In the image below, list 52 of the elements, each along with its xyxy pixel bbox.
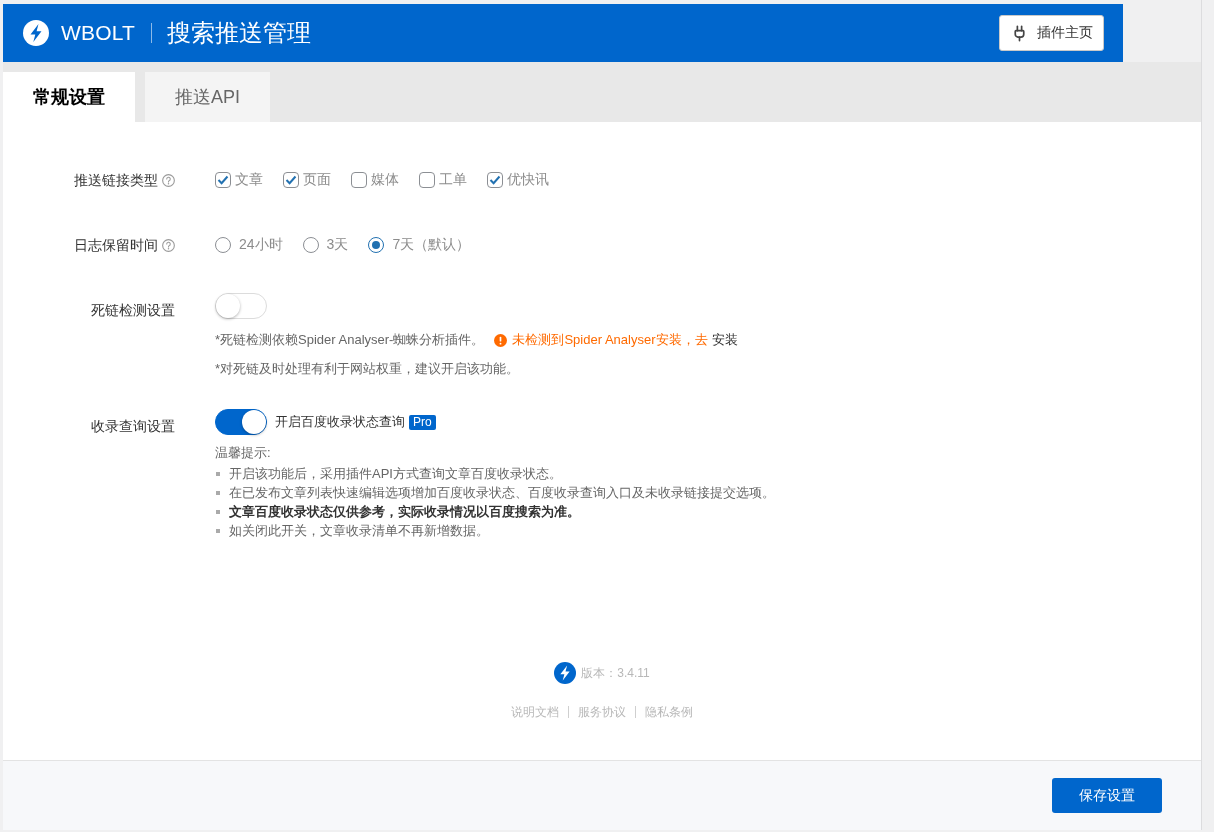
bullet-icon [216, 509, 220, 514]
tip-text: 文章百度收录状态仅供参考，实际收录情况以百度搜索为准。 [229, 502, 580, 521]
lightning-logo-icon [554, 662, 577, 684]
setting-label: 日志保留时间 [74, 236, 158, 255]
setting-label: 推送链接类型 [74, 171, 158, 190]
radio-label[interactable]: 3天 [326, 236, 349, 254]
checkbox[interactable] [419, 172, 435, 188]
checkbox-label[interactable]: 文章 [235, 171, 263, 189]
warning-icon [494, 333, 508, 347]
footer-link[interactable]: 服务协议 [578, 703, 626, 721]
setting-label: 收录查询设置 [91, 417, 175, 436]
note-text: *死链检测依赖Spider Analyser-蜘蛛分析插件。 [215, 331, 485, 349]
checkbox[interactable] [351, 172, 367, 188]
help-icon[interactable] [162, 238, 175, 252]
toggle-switch[interactable] [215, 409, 267, 435]
footer-link[interactable]: 隐私条例 [645, 703, 693, 721]
save-button[interactable]: 保存设置 [1052, 778, 1162, 813]
radio-label[interactable]: 24小时 [239, 236, 283, 254]
radio-button[interactable] [368, 237, 385, 253]
help-icon[interactable] [162, 173, 175, 187]
tip-text: 在已发布文章列表快速编辑选项增加百度收录状态、百度收录查询入口及未收录链接提交选项。 [229, 483, 775, 502]
checkbox-label[interactable]: 优快讯 [507, 171, 549, 189]
tip-text: 如关闭此开关，文章收录清单不再新增数据。 [229, 521, 489, 540]
brand-name: WBOLT [61, 21, 136, 45]
plug-icon [1011, 24, 1028, 42]
checkbox[interactable] [487, 172, 503, 188]
checkbox-label[interactable]: 页面 [303, 171, 331, 189]
setting-label: 死链检测设置 [91, 301, 175, 320]
radio-button[interactable] [215, 237, 231, 253]
lightning-logo-icon [23, 20, 49, 46]
bullet-icon [216, 471, 220, 476]
checkbox-label[interactable]: 工单 [439, 171, 467, 189]
tips-title: 温馨提示: [215, 444, 271, 462]
bullet-icon [216, 528, 220, 533]
tab[interactable]: 推送API [145, 72, 270, 122]
pro-badge: Pro [409, 414, 436, 430]
bullet-icon [216, 490, 220, 495]
radio-label[interactable]: 7天（默认） [392, 236, 471, 254]
checkbox[interactable] [283, 172, 299, 188]
page-title: 搜索推送管理 [167, 18, 312, 48]
radio-button[interactable] [302, 237, 319, 253]
checkbox-label[interactable]: 媒体 [371, 171, 399, 189]
warning-text: 未检测到Spider Analyser安装，去 [512, 331, 708, 349]
note-text: *对死链及时处理有利于网站权重，建议开启该功能。 [215, 360, 520, 378]
footer-link[interactable]: 说明文档 [511, 703, 559, 721]
version-text: 版本：3.4.11 [581, 664, 650, 682]
plugin-home-button[interactable]: 插件主页 [999, 15, 1104, 51]
tip-text: 开启该功能后，采用插件API方式查询文章百度收录状态。 [229, 464, 562, 483]
tab[interactable]: 常规设置 [3, 72, 135, 122]
toggle-label: 开启百度收录状态查询 [275, 413, 405, 431]
install-link[interactable]: 安装 [711, 331, 738, 349]
checkbox[interactable] [215, 172, 231, 188]
